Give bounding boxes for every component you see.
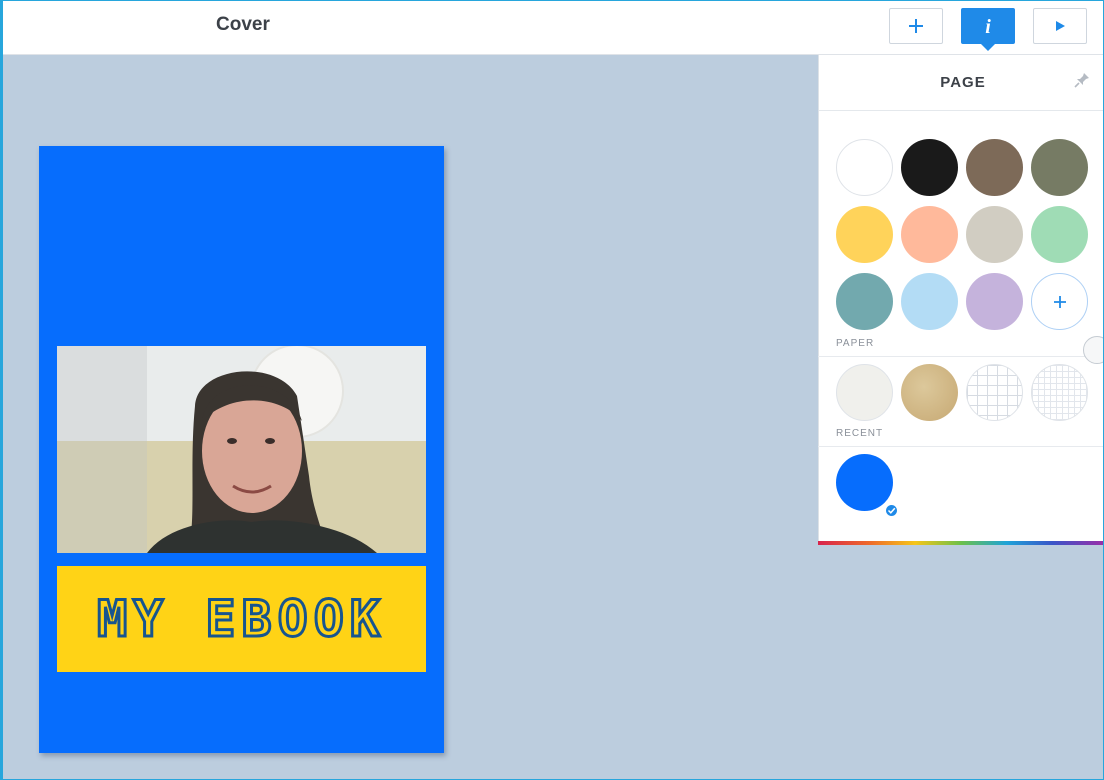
paper-swatch-grid[interactable] [966, 364, 1023, 421]
info-icon: i [985, 16, 991, 37]
selected-check-icon [884, 503, 899, 518]
add-button[interactable] [889, 8, 943, 44]
color-swatch[interactable] [901, 206, 958, 263]
paper-swatch-kraft[interactable] [901, 364, 958, 421]
divider [818, 446, 1104, 447]
pin-icon[interactable] [1073, 71, 1091, 89]
color-swatch[interactable] [901, 273, 958, 330]
cover-title-banner[interactable]: MY EBOOK [57, 566, 426, 672]
play-button[interactable] [1033, 8, 1087, 44]
recent-section-label: RECENT [836, 428, 884, 439]
plus-icon [909, 19, 923, 33]
color-swatch[interactable] [1031, 206, 1088, 263]
portrait-image [57, 346, 426, 553]
color-swatch[interactable] [966, 206, 1023, 263]
panel-title: PAGE [940, 74, 986, 91]
paper-swatch-offwhite[interactable] [836, 364, 893, 421]
info-button-pointer [980, 43, 996, 51]
color-swatch[interactable] [901, 139, 958, 196]
page-title: Cover [216, 14, 270, 35]
window-edge [0, 0, 3, 780]
panel-accent-bar [818, 541, 1104, 545]
cover-photo[interactable] [57, 346, 426, 553]
top-bar: Cover i [0, 0, 1104, 55]
plus-icon [1053, 295, 1066, 308]
svg-text:i: i [985, 16, 991, 37]
play-icon [1056, 21, 1065, 31]
color-swatch[interactable] [966, 273, 1023, 330]
info-button[interactable]: i [961, 8, 1015, 44]
color-swatch[interactable] [1031, 139, 1088, 196]
color-swatch[interactable] [966, 139, 1023, 196]
color-swatch[interactable] [836, 139, 893, 196]
color-swatch[interactable] [836, 206, 893, 263]
add-color-button[interactable] [1031, 273, 1088, 330]
divider [818, 356, 1104, 357]
recent-color-swatch[interactable] [836, 454, 893, 511]
paper-section-label: PAPER [836, 338, 875, 349]
panel-resize-handle[interactable] [1083, 336, 1104, 364]
panel-header: PAGE [819, 55, 1104, 111]
color-swatch[interactable] [836, 273, 893, 330]
cover-page[interactable]: MY EBOOK [39, 146, 444, 753]
paper-swatch-fine-grid[interactable] [1031, 364, 1088, 421]
cover-title-text[interactable]: MY EBOOK [96, 589, 386, 650]
